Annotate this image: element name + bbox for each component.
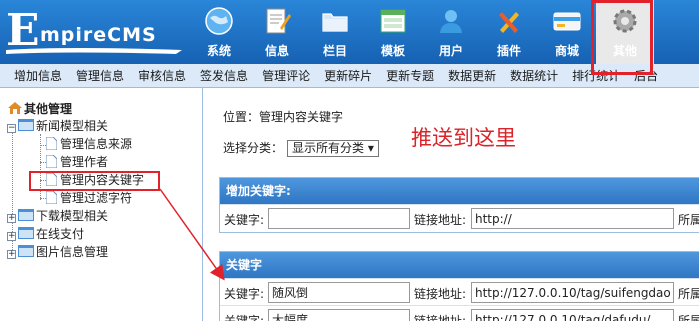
keyword-label: 关键字: (224, 287, 265, 301)
nav-plugin[interactable]: 插件 (480, 0, 538, 64)
category-filter: 选择分类： 显示所有分类 ▾ (223, 139, 379, 157)
tree-group-photo[interactable]: + 图片信息管理 (7, 244, 108, 260)
nav-system[interactable]: 系统 (190, 0, 248, 64)
panel-title: 增加关键字: (220, 178, 699, 204)
link-input[interactable] (471, 309, 674, 321)
keyword-input[interactable] (268, 282, 410, 303)
card-icon (553, 12, 581, 31)
nav-label: 插件 (496, 44, 521, 58)
keyword-list-panel: 关键字 关键字: 链接地址: 所属 关键字: 链接地址: 所属 (219, 251, 699, 321)
globe-icon (205, 7, 233, 35)
home-icon (8, 102, 22, 114)
nav-column[interactable]: 栏目 (306, 0, 364, 64)
keyword-input[interactable] (268, 309, 410, 321)
template-window-icon (380, 9, 406, 33)
tree-item-label: 管理作者 (60, 155, 109, 169)
main-content: 位置：管理内容关键字 选择分类： 显示所有分类 ▾ 推送到这里 增加关键字: 关键… (213, 88, 699, 321)
folder-icon (18, 119, 34, 131)
keyword-label: 关键字: (224, 213, 265, 227)
nav-label: 系统 (206, 44, 231, 58)
tree-item-author[interactable]: 管理作者 (46, 154, 108, 170)
tree-item-label: 管理信息来源 (60, 137, 133, 151)
subnav-item[interactable]: 签发信息 (200, 64, 248, 87)
nav-shop[interactable]: 商城 (538, 0, 596, 64)
tree-group-payment[interactable]: + 在线支付 (7, 226, 84, 242)
subnav-item[interactable]: 管理评论 (262, 64, 310, 87)
category-label: 所属 (678, 287, 699, 301)
link-label: 链接地址: (414, 314, 467, 321)
subnav-item[interactable]: 增加信息 (14, 64, 62, 87)
subnav-item[interactable]: 管理信息 (76, 64, 124, 87)
keyword-row: 关键字: 链接地址: 所属 (220, 305, 699, 321)
folder-icon (18, 209, 34, 221)
document-icon (46, 137, 57, 150)
link-label: 链接地址: (414, 287, 467, 301)
nav-label: 栏目 (322, 44, 347, 58)
add-keyword-row: 关键字: 链接地址: 所属 (220, 204, 699, 231)
expand-icon[interactable]: + (7, 250, 16, 259)
link-input[interactable] (471, 208, 674, 229)
tree-group-news[interactable]: − 新闻模型相关 (7, 118, 108, 134)
filter-label: 选择分类： (223, 141, 284, 155)
document-pen-icon (266, 8, 291, 34)
logo-swoosh-icon (6, 48, 182, 54)
nav-label: 信息 (264, 44, 289, 58)
tree-item-filter[interactable]: 管理过滤字符 (46, 190, 132, 206)
tree-item-label: 管理过滤字符 (60, 191, 133, 205)
main-nav: 系统 信息 栏目 模板 用户 插件 商城 其他 (190, 0, 654, 64)
subnav-item[interactable]: 更新专题 (386, 64, 434, 87)
add-keyword-panel: 增加关键字: 关键字: 链接地址: 所属 (219, 177, 699, 233)
nav-label: 商城 (554, 44, 579, 58)
logo-text: mpireCMS (40, 24, 157, 46)
tree-title-label: 其他管理 (24, 102, 73, 116)
tree-title: 其他管理 (8, 100, 72, 117)
category-label: 所属 (678, 314, 699, 321)
sidebar-highlight-box (29, 171, 160, 191)
tree-group-label: 新闻模型相关 (36, 119, 109, 133)
document-icon (46, 191, 57, 204)
subnav-item[interactable]: 数据统计 (510, 64, 558, 87)
keyword-row: 关键字: 链接地址: 所属 (220, 278, 699, 305)
empirecms-logo: E mpireCMS (6, 8, 188, 56)
document-icon (46, 155, 57, 168)
link-input[interactable] (471, 282, 674, 303)
folder-icon (18, 227, 34, 239)
subnav-item[interactable]: 更新碎片 (324, 64, 372, 87)
annotation-text: 推送到这里 (411, 126, 516, 150)
tools-icon (499, 12, 519, 33)
nav-label: 用户 (438, 44, 463, 58)
expand-icon[interactable]: + (7, 214, 16, 223)
nav-label: 模板 (380, 44, 405, 58)
tree-group-label: 下载模型相关 (36, 209, 109, 223)
tree-item-source[interactable]: 管理信息来源 (46, 136, 132, 152)
folder-icon (18, 245, 34, 257)
subnav-item[interactable]: 审核信息 (138, 64, 186, 87)
sidebar-tree: 其他管理 − 新闻模型相关 管理信息来源 管理作者 管理内容关键字 管理过滤字符 … (0, 88, 203, 321)
folder-icon (322, 13, 348, 32)
keyword-label: 关键字: (224, 314, 265, 321)
collapse-icon[interactable]: − (7, 124, 16, 133)
tree-group-label: 图片信息管理 (36, 245, 109, 259)
category-label: 所属 (678, 213, 699, 227)
category-select[interactable]: 显示所有分类 ▾ (287, 140, 379, 157)
nav-info[interactable]: 信息 (248, 0, 306, 64)
tree-group-download[interactable]: + 下载模型相关 (7, 208, 108, 224)
tree-group-label: 在线支付 (36, 227, 85, 241)
link-label: 链接地址: (414, 213, 467, 227)
panel-title: 关键字 (220, 252, 699, 278)
subnav-item[interactable]: 数据更新 (448, 64, 496, 87)
breadcrumb: 位置：管理内容关键字 (223, 110, 344, 124)
keyword-input[interactable] (268, 208, 410, 229)
user-icon (440, 10, 462, 33)
nav-template[interactable]: 模板 (364, 0, 422, 64)
active-nav-highlight (591, 0, 653, 75)
expand-icon[interactable]: + (7, 232, 16, 241)
nav-user[interactable]: 用户 (422, 0, 480, 64)
